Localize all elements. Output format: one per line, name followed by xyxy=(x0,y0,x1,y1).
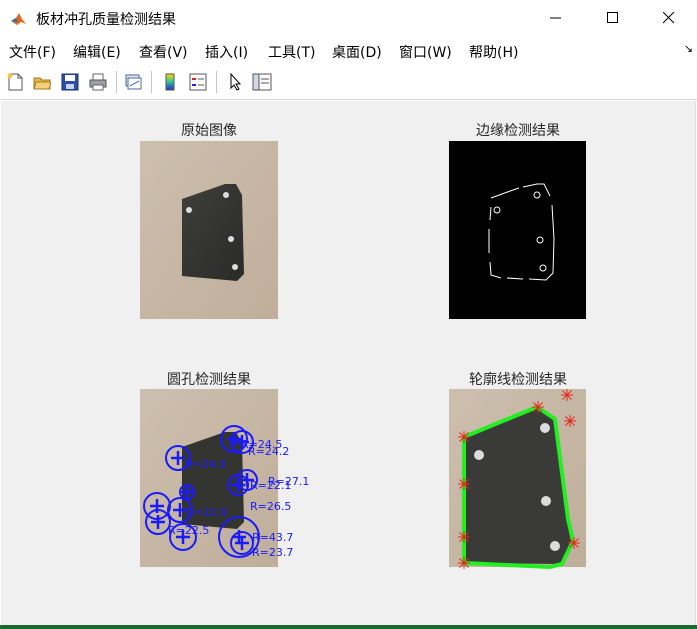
menu-insert[interactable]: 插入(I) xyxy=(205,42,248,62)
title-bar: 板材冲孔质量检测结果 xyxy=(0,0,697,36)
axes-title-contour: 轮廓线检测结果 xyxy=(469,372,567,388)
toolbar-separator xyxy=(216,71,217,93)
hole-radius-label: R=23.7 xyxy=(252,546,293,559)
property-editor-icon xyxy=(252,73,272,91)
legend-button[interactable] xyxy=(187,71,209,93)
property-editor-button[interactable] xyxy=(251,71,273,93)
hole-radius-label: R=22.1 xyxy=(250,479,291,492)
corner-marker xyxy=(458,431,470,443)
menu-file[interactable]: 文件(F) xyxy=(9,42,56,62)
contour-image xyxy=(449,389,586,570)
open-file-icon xyxy=(33,77,51,90)
matlab-logo-icon xyxy=(10,10,27,27)
menu-bar: 文件(F) 编辑(E) 查看(V) 插入(I) 工具(T) 桌面(D) 窗口(W… xyxy=(0,38,697,64)
axes-title-original: 原始图像 xyxy=(181,123,237,139)
hole-detection-image: R=24.5 R=24.2 R=24.0 R=27.1 R=22.1 R=26.5 R=22… xyxy=(140,389,309,567)
menu-help[interactable]: 帮助(H) xyxy=(469,42,518,62)
corner-marker xyxy=(564,415,576,427)
hole-radius-label: R=22.5 xyxy=(168,524,209,537)
minimize-icon xyxy=(550,17,561,19)
hole-radius-label: R=26.5 xyxy=(250,500,291,513)
menu-view[interactable]: 查看(V) xyxy=(139,42,188,62)
new-figure-button[interactable] xyxy=(4,71,26,93)
menu-window[interactable]: 窗口(W) xyxy=(399,42,452,62)
corner-marker xyxy=(458,478,470,490)
pointer-icon xyxy=(230,73,242,91)
toolbar-separator xyxy=(116,71,117,93)
colorbar-icon xyxy=(165,73,175,91)
colorbar-button[interactable] xyxy=(159,71,181,93)
axes-title-edges: 边缘检测结果 xyxy=(476,123,560,139)
close-button[interactable] xyxy=(640,0,697,36)
print-icon xyxy=(89,73,107,91)
corner-marker xyxy=(561,389,573,401)
hole-radius-label: R=24.0 xyxy=(185,458,226,471)
edge-image xyxy=(449,141,586,319)
menu-edit[interactable]: 编辑(E) xyxy=(73,42,121,62)
save-button[interactable] xyxy=(59,71,81,93)
legend-icon xyxy=(189,73,207,91)
hole-radius-label: R=43.7 xyxy=(252,531,293,544)
save-icon xyxy=(61,73,79,91)
axes-title-holes: 圆孔检测结果 xyxy=(167,372,251,388)
menu-desktop[interactable]: 桌面(D) xyxy=(332,42,382,62)
toolbar-separator xyxy=(151,71,152,93)
print-button[interactable] xyxy=(87,71,109,93)
figure-canvas: 原始图像 边缘检测结果 圆孔检测结果 R=24.5 R=24.2 R=24.0 … xyxy=(1,101,696,625)
original-image xyxy=(140,141,278,319)
open-file-button[interactable] xyxy=(31,71,53,93)
pointer-button[interactable] xyxy=(224,71,246,93)
hole-radius-label: R=22.9 xyxy=(186,506,227,519)
maximize-button[interactable] xyxy=(584,0,642,36)
maximize-icon xyxy=(607,12,618,23)
taskbar-edge xyxy=(0,625,697,629)
corner-marker xyxy=(568,537,580,549)
minimize-button[interactable] xyxy=(527,0,585,36)
menu-overflow-icon[interactable]: ↘ xyxy=(684,42,693,55)
new-figure-icon xyxy=(7,73,23,91)
hole-radius-label: R=24.2 xyxy=(248,445,289,458)
toolbar xyxy=(0,66,697,100)
link-plot-button[interactable] xyxy=(122,71,144,93)
window-title: 板材冲孔质量检测结果 xyxy=(36,12,176,28)
corner-marker xyxy=(458,531,470,543)
link-plot-icon xyxy=(125,74,142,90)
menu-tools[interactable]: 工具(T) xyxy=(268,42,315,62)
corner-marker xyxy=(458,557,470,569)
corner-marker xyxy=(532,401,544,413)
close-icon xyxy=(663,12,675,24)
